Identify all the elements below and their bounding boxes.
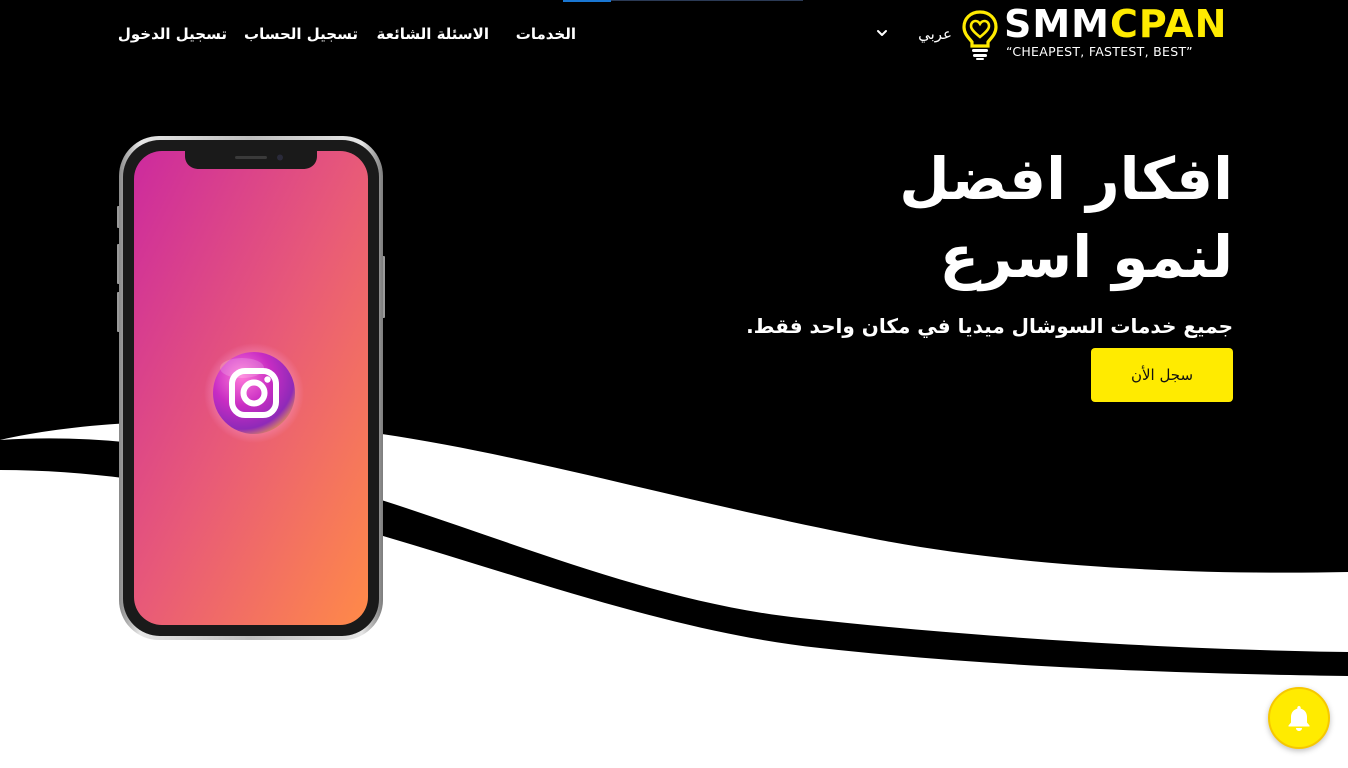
nav-link-faq[interactable]: الاسئلة الشائعة <box>377 24 490 44</box>
bell-icon <box>1288 706 1310 731</box>
hero-section: افكار افضل لنمو اسرع جميع خدمات السوشال … <box>713 140 1233 340</box>
instagram-icon <box>204 343 304 443</box>
chevron-down-icon <box>877 30 887 36</box>
nav-link-register[interactable]: تسجيل الحساب <box>244 24 358 44</box>
language-selector[interactable]: عربي <box>870 22 954 48</box>
lightbulb-heart-icon <box>962 10 998 60</box>
notification-bell-button[interactable] <box>1268 687 1330 749</box>
language-selected-value: عربي <box>918 25 952 43</box>
nav-link-login[interactable]: تسجيل الدخول <box>118 24 227 44</box>
brand-logo[interactable]: SMMCPAN “CHEAPEST, FASTEST, BEST” <box>962 2 1234 62</box>
brand-name: SMMCPAN <box>1004 2 1228 46</box>
hero-title-line-1: افكار افضل <box>899 145 1233 213</box>
phone-mockup <box>117 136 385 640</box>
register-now-button[interactable]: سجل الأن <box>1091 348 1233 402</box>
site-header: SMMCPAN “CHEAPEST, FASTEST, BEST” عربي ا… <box>0 0 1348 68</box>
hero-title-line-2: لنمو اسرع <box>939 223 1233 291</box>
nav-link-services[interactable]: الخدمات <box>516 24 576 44</box>
hero-title: افكار افضل لنمو اسرع <box>713 140 1233 296</box>
hero-subtitle: جميع خدمات السوشال ميديا في مكان واحد فق… <box>746 314 1233 338</box>
brand-tagline: “CHEAPEST, FASTEST, BEST” <box>1006 44 1193 59</box>
